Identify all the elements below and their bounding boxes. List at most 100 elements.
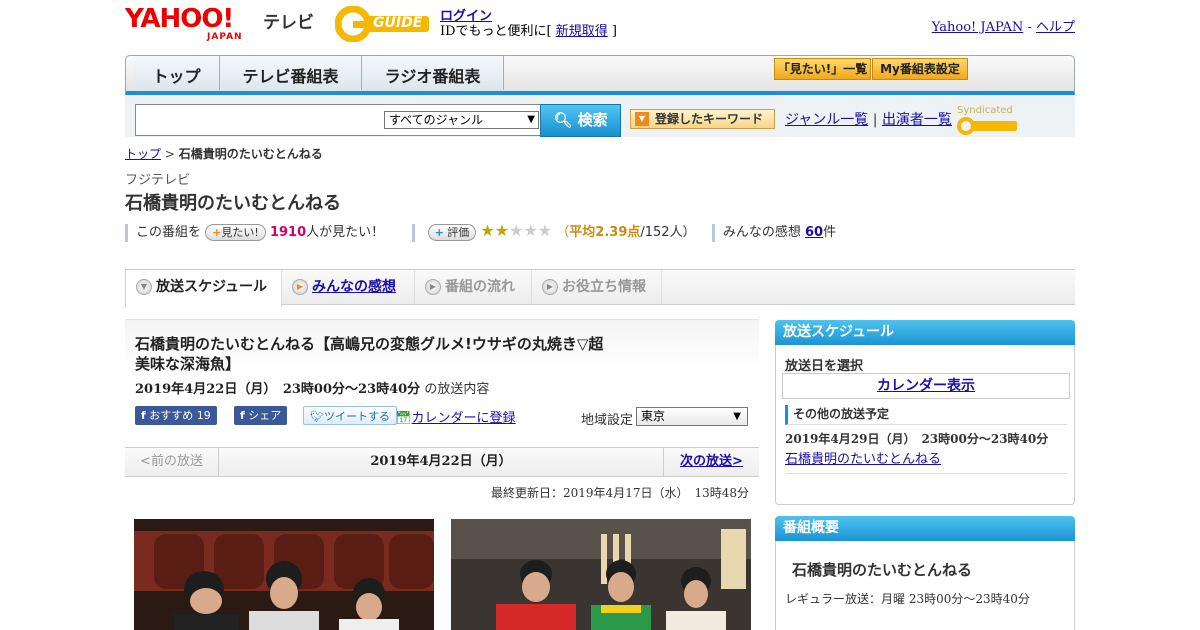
star-empty-icon: ★ [537,221,553,240]
tab-impressions-label: みんなの感想 [312,279,396,295]
impressions-count-link[interactable]: 60 [805,225,823,240]
broadcast-pager: <前の放送 2019年4月22日（月） 次の放送> [125,447,759,477]
summary-title: 石橋貴明のたいむとんねる [792,561,973,579]
tab-schedule[interactable]: ▼ 放送スケジュール [125,270,282,307]
impressions-suffix: 件 [823,225,837,240]
star-empty-icon: ★ [523,221,538,240]
search-links-divider: | [868,112,882,128]
want-button-label: 見たい! [221,226,259,239]
select-date-label: 放送日を選択 [785,359,864,374]
top-right-links: Yahoo! JAPAN - ヘルプ [932,16,1075,35]
search-icon: 🔍︎ [553,111,573,129]
breadcrumb-current: 石橋貴明のたいむとんねる [178,147,323,161]
play-icon: ▶ [542,279,558,295]
next-broadcast-link: 次の放送> [680,454,743,469]
logo-sub: JAPAN [207,32,243,42]
genre-select-value: すべてのジャンル [389,113,484,127]
next-broadcast-button[interactable]: 次の放送> [663,448,759,476]
nav-tab-radio-schedule[interactable]: ラジオ番組表 [362,56,504,90]
login-sub-prefix: IDでもっと便利に[ [440,24,556,39]
tab-info[interactable]: ▶ お役立ち情報 [532,270,662,304]
fb-count: 19 [196,409,211,422]
facebook-recommend-button[interactable]: f おすすめ 19 [135,406,217,425]
register-link[interactable]: 新規取得 [556,24,608,39]
episode-photo-2 [451,519,751,630]
episode-box: 石橋貴明のたいむとんねる【高嶋兄の変態グルメ!ウサギの丸焼き▽超美味な深海魚】 … [125,319,759,447]
syndicated-gguide: Syndicated [957,105,1075,136]
channel-name: フジテレビ [125,173,191,188]
fb-share-label: シェア [248,409,282,422]
yahoo-japan-link[interactable]: Yahoo! JAPAN [932,20,1024,35]
tab-schedule-label: 放送スケジュール [156,279,268,295]
tab-flow-label: 番組の流れ [445,279,515,295]
search-button[interactable]: 🔍︎ 検索 [540,104,621,137]
service-name: テレビ [263,13,314,33]
dropdown-arrow-icon: ▼ [733,411,741,422]
episode-photo-1 [134,519,434,630]
sidebar-summary-header: 番組概要 [775,516,1075,541]
calendar-icon: 📅︎ [395,411,412,426]
search-links: ジャンル一覧 | 出演者一覧 [785,109,952,129]
gguide-small-logo [957,117,1017,135]
facebook-icon: f [240,409,245,422]
facebook-icon: f [141,409,146,422]
breadcrumb-top[interactable]: トップ [125,147,161,161]
nav-tab-tv-schedule[interactable]: テレビ番組表 [220,56,362,90]
sidebar-schedule-header: 放送スケジュール [775,320,1075,345]
cast-list-link[interactable]: 出演者一覧 [882,112,952,128]
rate-button[interactable]: + 評価 [427,224,477,241]
gguide-logo: GUIDE [334,5,433,43]
rate-button-label: 評価 [447,226,470,239]
tab-impressions[interactable]: ▶ みんなの感想 [282,270,415,304]
rating-stars: ★★★★★ [480,221,552,240]
sidebar-summary-box: 石橋貴明のたいむとんねる レギュラー放送：月曜 23時00分～23時40分 [775,541,1075,630]
nav-tab-top[interactable]: トップ [134,56,220,90]
tweet-button[interactable]: 🐦︎ツイートする [303,406,397,425]
facebook-share-button[interactable]: f シェア [234,406,288,425]
sidebar-schedule-box: 放送日を選択 カレンダー表示 その他の放送予定 2019年4月29日（月） 23… [775,345,1075,505]
want-count: 1910 [269,225,307,240]
episode-title: 石橋貴明のたいむとんねる【高嶋兄の変態グルメ!ウサギの丸焼き▽超美味な深海魚】 [135,335,604,373]
want-suffix: 人が見たい！ [306,225,385,240]
prev-broadcast-button[interactable]: <前の放送 [125,448,219,476]
twitter-bird-icon: 🐦︎ [310,410,324,423]
login-sub-suffix: ] [607,24,617,39]
current-broadcast-date: 2019年4月22日（月） [370,454,512,469]
registered-keyword-button[interactable]: ▼ 登録したキーワード [630,109,775,129]
rating-row: この番組を +見たい! 1910人が見たい！ + 評価 ★★★★★ （平均2.3… [125,221,1025,242]
want-prefix: この番組を [136,225,202,240]
calendar-register-link: カレンダーに登録 [411,411,516,426]
want-list-button[interactable]: 「見たい!」一覧 [774,58,871,80]
last-updated: 最終更新日：2019年4月17日（水） 13時48分 [491,486,749,500]
program-title: 石橋貴明のたいむとんねる [125,193,341,214]
dropdown-arrow-icon: ▼ [527,114,535,125]
calendar-view-button[interactable]: カレンダー表示 [782,373,1070,399]
divider [785,473,1067,474]
episode-date-suffix: の放送内容 [420,382,490,397]
tab-info-label: お役立ち情報 [562,279,646,295]
other-schedule-header: その他の放送予定 [785,405,1067,425]
my-schedule-button[interactable]: My番組表設定 [872,58,968,80]
help-link[interactable]: ヘルプ [1036,20,1075,35]
summary-regular: レギュラー放送：月曜 23時00分～23時40分 [785,592,1030,606]
keyword-button-label: 登録したキーワード [655,112,764,126]
divider [412,223,416,242]
star-filled-icon: ★ [480,221,495,240]
region-select[interactable]: 東京 ▼ [636,407,748,426]
other-schedule-link[interactable]: 石橋貴明のたいむとんねる [785,448,941,467]
syndicated-label: Syndicated [957,105,1013,116]
region-label: 地域設定 [581,413,634,428]
impressions-label: みんなの感想 [722,225,805,240]
tweet-label: ツイートする [323,410,390,423]
other-schedule-date: 2019年4月29日（月） 23時00分～23時40分 [785,432,1049,446]
login-subtext: IDでもっと便利に[ 新規取得 ] [440,20,617,39]
yahoo-japan-logo[interactable]: YAHOO! JAPAN [125,6,261,42]
fb-recommend-label: おすすめ [149,409,194,422]
calendar-register[interactable]: 📅︎カレンダーに登録 [395,407,516,426]
calendar-view-link: カレンダー表示 [877,378,975,394]
gguide-text: GUIDE [373,15,423,31]
genre-select[interactable]: すべてのジャンル ▼ [384,111,539,129]
genre-list-link[interactable]: ジャンル一覧 [785,112,868,128]
tab-flow[interactable]: ▶ 番組の流れ [415,270,532,304]
want-button[interactable]: +見たい! [205,224,266,241]
